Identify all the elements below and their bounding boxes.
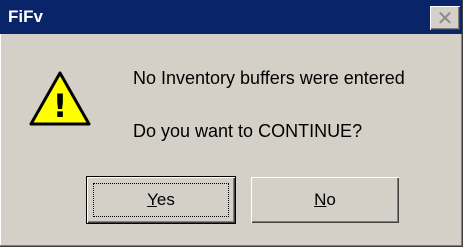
dialog-window: FiFv ✕ ! No Inventory buffers were enter… bbox=[0, 0, 463, 247]
yes-hotkey: Y bbox=[147, 190, 157, 209]
message-line-1: No Inventory buffers were entered bbox=[133, 68, 405, 88]
warning-exclamation-icon: ! bbox=[29, 71, 91, 126]
warning-glyph: ! bbox=[53, 87, 68, 125]
no-label-rest: o bbox=[326, 190, 336, 209]
no-hotkey: N bbox=[314, 190, 327, 209]
close-icon[interactable]: ✕ bbox=[430, 6, 460, 30]
message-line-2: Do you want to CONTINUE? bbox=[133, 121, 363, 141]
yes-button[interactable]: Yes bbox=[87, 177, 235, 223]
no-button[interactable]: No bbox=[251, 177, 399, 223]
yes-button-label: Yes bbox=[87, 190, 235, 210]
no-button-label: No bbox=[251, 190, 399, 210]
yes-label-rest: es bbox=[156, 190, 175, 209]
window-title: FiFv bbox=[8, 7, 43, 26]
title-bar[interactable]: FiFv ✕ bbox=[0, 0, 462, 34]
